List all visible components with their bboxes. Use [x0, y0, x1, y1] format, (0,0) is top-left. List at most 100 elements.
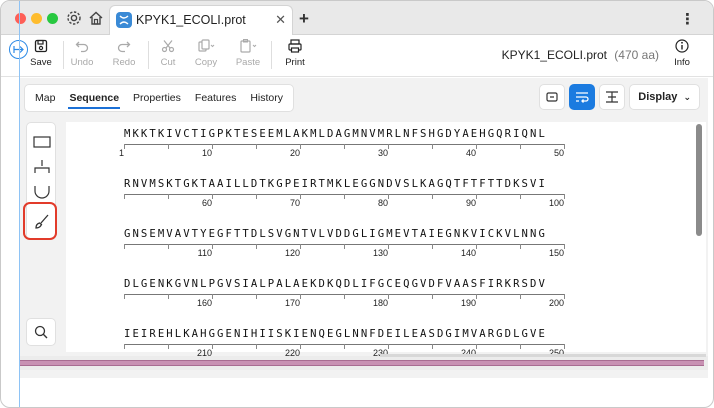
toolbar-divider [271, 41, 272, 69]
ruler-tick [388, 344, 389, 349]
undo-label: Undo [70, 57, 94, 68]
redo-label: Redo [112, 57, 136, 68]
document-tab[interactable]: KPYK1_ECOLI.prot ✕ [109, 5, 293, 35]
sequence-letters[interactable]: IEIREHLKAHGGENIHIISKIENQEGLNNFDEILEASDGI… [124, 328, 547, 340]
ruler-tick [432, 344, 433, 349]
search-button[interactable] [26, 318, 56, 346]
tab-properties[interactable]: Properties [126, 85, 188, 111]
paste-button[interactable]: Paste [227, 38, 269, 74]
ruler-tick [212, 144, 213, 149]
display-menu-button[interactable]: Display ⌄ [629, 84, 700, 110]
position-label: 1 [118, 148, 124, 158]
position-label: 70 [289, 198, 300, 208]
document-title: KPYK1_ECOLI.prot [501, 48, 607, 62]
sequence-letters[interactable]: MKKTKIVCTIGPKTESEEMLAKMLDAGMNVMRLNFSHGDY… [124, 128, 547, 140]
tab-features[interactable]: Features [188, 85, 243, 111]
ruler-tick [124, 244, 125, 249]
vertical-scroll-thumb[interactable] [696, 124, 702, 236]
ruler-tick [520, 144, 521, 149]
new-tab-button[interactable]: + [299, 9, 309, 29]
arc-tool-icon[interactable] [31, 181, 53, 203]
more-menu-icon[interactable]: ⋮ [680, 10, 695, 28]
ruler-tick [432, 294, 433, 299]
close-window-button[interactable] [15, 13, 26, 24]
ruler-tick [300, 294, 301, 299]
position-label: 150 [548, 248, 564, 258]
ruler-tick [564, 294, 565, 299]
undo-button[interactable]: Undo [61, 38, 103, 74]
sequence-overview-bar[interactable] [20, 360, 704, 366]
position-label: 180 [372, 298, 388, 308]
ruler-tick [256, 244, 257, 249]
sequence-row: MKKTKIVCTIGPKTESEEMLAKMLDAGMNVMRLNFSHGDY… [119, 128, 569, 158]
info-button[interactable]: Info [661, 38, 703, 74]
ruler-tick [300, 144, 301, 149]
overview-viewport-indicator[interactable] [380, 354, 706, 357]
ruler-tick [300, 344, 301, 349]
chevron-down-icon: ⌄ [683, 92, 691, 102]
sequence-row: DLGENKGVNLPGVSIALPALAEKDKQDLIFGCEQGVDFVA… [124, 278, 569, 308]
ruler-tick [476, 344, 477, 349]
ruler-tick [212, 344, 213, 349]
save-button[interactable]: Save [20, 38, 62, 74]
ruler-tick [124, 344, 125, 349]
tab-title: KPYK1_ECOLI.prot [136, 13, 246, 27]
brush-tool-highlight [23, 202, 57, 240]
sequence-letters[interactable]: GNSEMVAVTYEGFTTDLSVGNTVLVDDGLIGMEVTAIEGN… [124, 228, 547, 240]
position-label: 60 [201, 198, 212, 208]
ruler-tick [432, 144, 433, 149]
position-label: 120 [284, 248, 300, 258]
sequence-view[interactable]: MKKTKIVCTIGPKTESEEMLAKMLDAGMNVMRLNFSHGDY… [66, 122, 694, 358]
copy-label: Copy [194, 57, 218, 68]
ruler-tick [564, 244, 565, 249]
position-label: 140 [460, 248, 476, 258]
position-label: 110 [197, 248, 212, 258]
ruler-tick [124, 144, 125, 149]
sequence-length: (470 aa) [614, 48, 659, 62]
close-icon[interactable]: ✕ [275, 12, 286, 28]
copy-button[interactable]: Copy [185, 38, 227, 74]
gear-icon[interactable] [65, 9, 83, 27]
tab-map[interactable]: Map [28, 85, 62, 111]
ruler-tick [344, 244, 345, 249]
print-button[interactable]: Print [274, 38, 316, 74]
ruler-tick [388, 244, 389, 249]
ruler-tick [564, 194, 565, 199]
bracket-tool-icon[interactable] [31, 157, 53, 179]
redo-button[interactable]: Redo [103, 38, 145, 74]
position-label: 130 [372, 248, 388, 258]
ruler-tick [168, 194, 169, 199]
ruler-tick [564, 344, 565, 349]
sequence-letters[interactable]: RNVMSKTGKTAAILLDTKGPEIRTMKLEGGNDVSLKAGQT… [124, 178, 547, 190]
linear-view-button[interactable] [599, 84, 626, 110]
position-label: 80 [377, 198, 388, 208]
app-window: KPYK1_ECOLI.prot ✕ + ⋮ Save Undo Redo Cu… [0, 0, 714, 408]
wrap-icon [576, 92, 589, 103]
search-icon [34, 325, 48, 339]
zoom-window-button[interactable] [47, 13, 58, 24]
view-options: Display ⌄ [539, 84, 700, 112]
home-icon[interactable] [87, 9, 105, 27]
ruler-tick [432, 244, 433, 249]
print-label: Print [285, 57, 305, 68]
fit-icon [546, 92, 558, 102]
sequence-row: GNSEMVAVTYEGFTTDLSVGNTVLVDDGLIGMEVTAIEGN… [124, 228, 569, 258]
wrap-sequence-button[interactable] [569, 84, 596, 110]
ruler-tick [168, 344, 169, 349]
view-tab-bar: Map Sequence Properties Features History [24, 84, 295, 112]
info-icon [675, 39, 689, 53]
sequence-letters[interactable]: DLGENKGVNLPGVSIALPALAEKDKQDLIFGCEQGVDFVA… [124, 278, 547, 290]
ruler-tick [520, 194, 521, 199]
fit-view-button[interactable] [539, 84, 566, 110]
rectangle-tool-icon[interactable] [31, 131, 53, 153]
ruler-tick [388, 294, 389, 299]
ruler-tick [256, 144, 257, 149]
position-label: 160 [196, 298, 212, 308]
ruler-tick [476, 294, 477, 299]
tab-sequence[interactable]: Sequence [62, 85, 126, 111]
minimize-window-button[interactable] [31, 13, 42, 24]
ruler-tick [564, 144, 565, 149]
cut-button[interactable]: Cut [147, 38, 189, 74]
tab-history[interactable]: History [243, 85, 290, 111]
toolbar: Save Undo Redo Cut Copy Paste Print KPYK… [1, 35, 713, 77]
